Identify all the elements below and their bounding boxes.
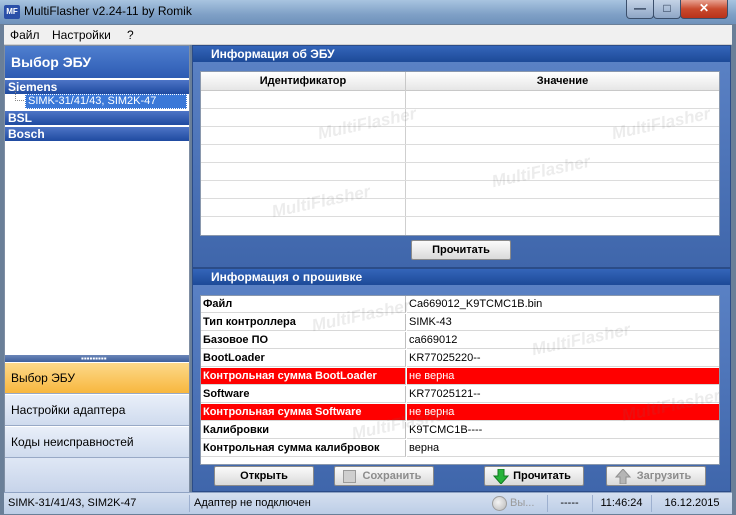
row-divider [201,162,719,163]
status-date: 16.12.2015 [651,495,732,512]
row-key: Software [201,386,406,403]
connection-led-icon [492,496,507,511]
window-title: MultiFlasher v2.24-11 by Romik [24,4,192,18]
row-divider [201,198,719,199]
firmware-info-title: Информация о прошивке [193,269,730,285]
table-row[interactable]: Файл Ca669012_K9TCMC1B.bin [201,296,719,314]
menu-help[interactable]: ? [127,28,134,42]
tree-item-simk[interactable]: SIMK-31/41/43, SIM2K-47 [25,94,187,109]
row-divider [201,144,719,145]
panel-splitter[interactable]: ▪▪▪▪▪▪▪▪▪ [5,354,189,363]
arrow-up-icon [615,469,631,484]
table-row[interactable]: Калибровки K9TCMC1B---- [201,422,719,440]
nav-empty-area [5,458,189,492]
open-button[interactable]: Открыть [214,466,314,486]
menu-settings[interactable]: Настройки [52,28,111,42]
row-value: K9TCMC1B---- [407,422,719,439]
row-value: не верна [407,368,719,385]
watermark: MultiFlasher [490,151,592,192]
row-key: BootLoader [201,350,406,367]
read-firmware-label: Прочитать [513,470,571,482]
column-header-value[interactable]: Значение [406,72,719,91]
app-icon: MF [4,5,20,19]
status-ecu: SIMK-31/41/43, SIM2K-47 [8,497,137,509]
firmware-info-section: Информация о прошивке Файл Ca669012_K9TC… [192,268,731,492]
group-bosch[interactable]: Bosch [5,127,189,141]
panel-title: Выбор ЭБУ [5,46,189,78]
ecu-info-section: Информация об ЭБУ Идентификатор Значение… [192,45,731,268]
row-divider [201,108,719,109]
ecu-selector-panel: Выбор ЭБУ Siemens SIMK-31/41/43, SIM2K-4… [4,45,190,493]
row-key: Контрольная сумма BootLoader [201,368,406,385]
menu-file[interactable]: Файл [10,28,40,42]
status-bar: SIMK-31/41/43, SIM2K-47 Адаптер не подкл… [4,492,732,514]
splitter-grip: ▪▪▪▪▪▪▪▪▪ [81,354,107,363]
close-button[interactable]: ✕ [680,0,728,19]
row-divider [201,180,719,181]
row-key: Контрольная сумма калибровок [201,440,406,457]
status-time: 11:46:24 [592,495,650,512]
nav-ecu-select[interactable]: Выбор ЭБУ [5,363,189,394]
minimize-button[interactable]: — [626,0,654,19]
table-row[interactable]: Контрольная сумма калибровок верна [201,440,719,458]
title-bar[interactable]: MF MultiFlasher v2.24-11 by Romik — □ ✕ [0,0,736,24]
arrow-down-icon [493,469,509,484]
table-row-error[interactable]: Контрольная сумма BootLoader не верна [201,368,719,386]
maximize-button[interactable]: □ [653,0,681,19]
group-bsl[interactable]: BSL [5,111,189,125]
row-value: верна [407,440,719,457]
row-value: SIMK-43 [407,314,719,331]
watermark: MultiFlasher [610,103,712,144]
firmware-info-table[interactable]: Файл Ca669012_K9TCMC1B.bin Тип контролле… [200,295,720,465]
nav-error-codes[interactable]: Коды неисправностей [5,427,189,458]
table-row[interactable]: Базовое ПО ca669012 [201,332,719,350]
read-ecu-button[interactable]: Прочитать [411,240,511,260]
menu-bar: Файл Настройки ? [4,25,732,45]
status-dashes: ----- [547,495,591,512]
row-value: Ca669012_K9TCMC1B.bin [407,296,719,313]
row-key: Базовое ПО [201,332,406,349]
status-adapter: Адаптер не подключен [189,495,485,512]
status-mode: Вы... [510,497,535,509]
column-header-identifier[interactable]: Идентификатор [201,72,406,91]
watermark: MultiFlasher [316,103,418,144]
nav-adapter-settings[interactable]: Настройки адаптера [5,395,189,426]
load-button[interactable]: Загрузить [606,466,706,486]
save-icon [343,470,356,483]
load-label: Загрузить [636,470,692,482]
read-firmware-button[interactable]: Прочитать [484,466,584,486]
ecu-info-table[interactable]: Идентификатор Значение MultiFlasher Mult… [200,71,720,236]
group-siemens[interactable]: Siemens [5,80,189,94]
table-row[interactable]: Тип контроллера SIMK-43 [201,314,719,332]
ecu-info-title: Информация об ЭБУ [193,46,730,62]
save-label: Сохранить [362,470,422,482]
table-row[interactable]: BootLoader KR77025220-- [201,350,719,368]
save-button[interactable]: Сохранить [334,466,434,486]
